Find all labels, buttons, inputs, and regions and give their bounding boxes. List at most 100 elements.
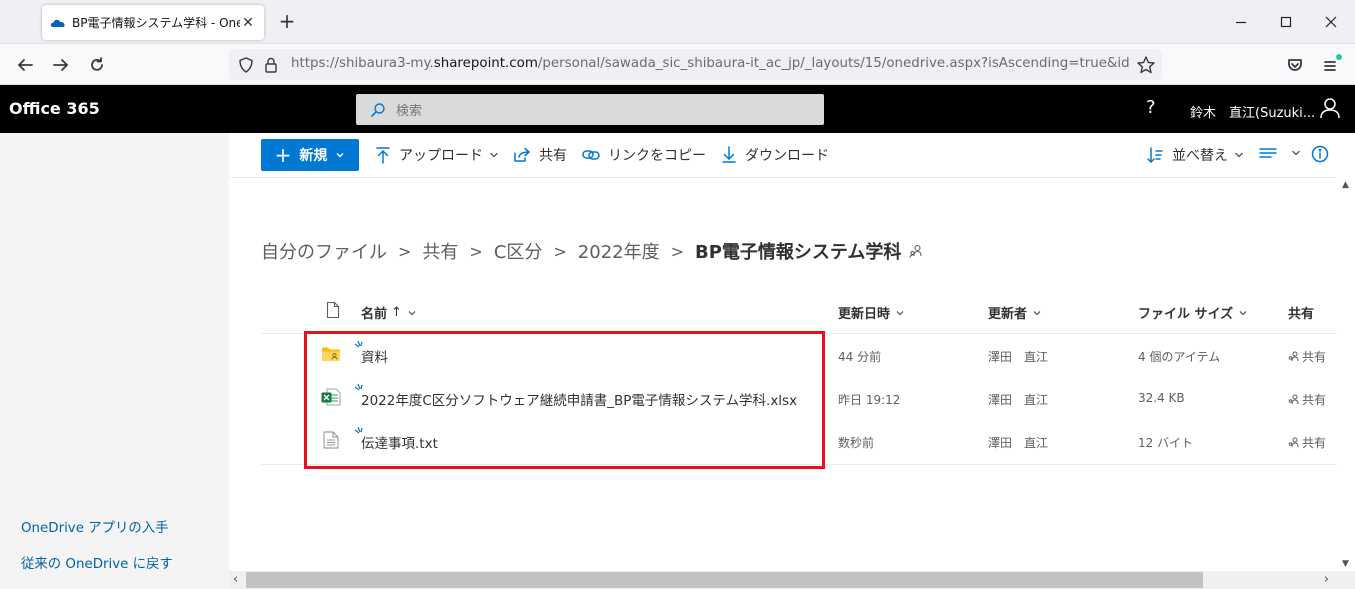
sort-button[interactable]: 並べ替え <box>1146 145 1244 165</box>
search-placeholder: 検索 <box>396 104 423 119</box>
suite-header: Office 365 検索 ? 鈴木 直江(Suzuki... <box>0 85 1355 133</box>
sort-icon <box>1147 147 1163 163</box>
reload-button[interactable] <box>84 52 110 78</box>
modified-time: 昨日 19:12 <box>838 393 901 407</box>
get-onedrive-apps-link[interactable]: OneDrive アプリの入手 <box>21 516 169 536</box>
copy-link-button[interactable]: リンクをコピー <box>582 145 706 165</box>
chevron-down-icon <box>1292 150 1300 156</box>
onedrive-icon <box>50 19 65 27</box>
sharing-label: 共有 <box>1302 393 1327 407</box>
update-dot-icon <box>1336 54 1342 60</box>
document-icon <box>326 301 340 319</box>
sharing-status[interactable]: 共有 <box>1288 391 1326 408</box>
name-column-label: 名前 <box>361 307 388 322</box>
new-button-label: 新規 <box>299 148 328 164</box>
file-list-header: 名前 ↑ 更新日時 更新者 ファイル サイズ 共有 <box>261 290 1337 334</box>
scroll-down-icon[interactable]: ▼ <box>1342 559 1349 569</box>
file-type-column-header[interactable] <box>321 301 340 319</box>
download-button[interactable]: ダウンロード <box>721 145 829 165</box>
copy-link-label: リンクをコピー <box>608 148 706 164</box>
breadcrumb-2022[interactable]: 2022年度 <box>578 238 660 264</box>
chevron-down-icon <box>408 310 416 315</box>
breadcrumb-c-category[interactable]: C区分 <box>494 238 543 264</box>
sort-ascending-icon: ↑ <box>391 305 402 320</box>
breadcrumb-shared[interactable]: 共有 <box>422 238 458 264</box>
file-size: 12 バイト <box>1138 436 1194 450</box>
sharing-status[interactable]: 共有 <box>1288 348 1326 365</box>
pocket-button[interactable] <box>1282 52 1308 78</box>
user-name[interactable]: 鈴木 直江(Suzuki... <box>1190 102 1315 121</box>
sharing-status[interactable]: 共有 <box>1288 434 1326 451</box>
sort-label: 並べ替え <box>1172 148 1228 164</box>
minimize-button[interactable] <box>1218 0 1264 44</box>
shared-people-icon <box>1288 351 1299 362</box>
plus-icon: + <box>274 143 292 167</box>
address-bar[interactable]: https://shibaura3-my.sharepoint.com/pers… <box>229 49 1162 80</box>
sharing-label: 共有 <box>1302 436 1327 450</box>
user-avatar-icon[interactable] <box>1319 97 1341 119</box>
tab-close-icon[interactable]: ✕ <box>240 15 256 31</box>
breadcrumb-current-folder: BP電子情報システム学科 <box>695 242 902 263</box>
shared-people-icon <box>1288 394 1299 405</box>
scroll-left-icon[interactable]: ‹ <box>233 572 238 587</box>
link-icon <box>582 150 600 160</box>
left-nav: OneDrive アプリの入手 従来の OneDrive に戻す <box>0 133 229 589</box>
close-window-button[interactable] <box>1308 0 1354 44</box>
scroll-right-icon[interactable]: › <box>1324 572 1329 587</box>
view-options-button[interactable] <box>1259 145 1301 161</box>
breadcrumb: 自分のファイル > 共有 > C区分 > 2022年度 > BP電子情報システム… <box>261 238 923 264</box>
scroll-up-icon[interactable]: ▲ <box>1342 180 1349 190</box>
chevron-down-icon <box>896 310 904 315</box>
horizontal-scrollbar[interactable]: ‹ › <box>229 571 1355 589</box>
modified-by-column-header[interactable]: 更新者 <box>988 303 1042 322</box>
name-column-header[interactable]: 名前 ↑ <box>361 303 417 322</box>
chevron-down-icon <box>1235 152 1243 158</box>
maximize-button[interactable] <box>1263 0 1309 44</box>
bookmark-star-icon[interactable] <box>1136 55 1156 75</box>
shared-people-icon <box>909 244 922 258</box>
download-label: ダウンロード <box>745 148 829 164</box>
chevron-right-icon: > <box>553 241 567 261</box>
pocket-icon <box>1288 59 1302 71</box>
browser-tab[interactable]: BP電子情報システム学科 - OneDrive ✕ <box>42 5 264 40</box>
new-button[interactable]: + 新規 <box>261 139 359 171</box>
modified-column-header[interactable]: 更新日時 <box>838 303 905 322</box>
info-pane-button[interactable] <box>1311 145 1337 163</box>
upload-button[interactable]: アップロード <box>375 145 499 165</box>
file-size-column-header[interactable]: ファイル サイズ <box>1138 303 1248 322</box>
return-to-classic-link[interactable]: 従来の OneDrive に戻す <box>21 552 173 572</box>
search-box[interactable]: 検索 <box>356 94 824 125</box>
command-bar: + 新規 アップロード 共有 リンクをコピー ダウンロード 並べ替え <box>229 133 1337 178</box>
new-tab-button[interactable]: + <box>276 10 298 32</box>
sharing-column-header[interactable]: 共有 <box>1288 303 1314 322</box>
close-icon <box>1325 16 1337 28</box>
chevron-down-icon <box>1033 310 1041 315</box>
scrollbar-thumb[interactable] <box>246 572 1203 588</box>
office-365-logo[interactable]: Office 365 <box>9 99 100 118</box>
modified-by: 澤田 直江 <box>988 350 1049 364</box>
arrow-left-icon <box>18 59 33 71</box>
search-icon <box>370 102 385 117</box>
forward-button[interactable] <box>48 52 74 78</box>
chevron-right-icon: > <box>469 241 483 261</box>
minimize-icon <box>1236 21 1246 24</box>
chevron-down-icon <box>1239 310 1247 315</box>
share-button[interactable]: 共有 <box>513 145 567 165</box>
chevron-down-icon <box>336 153 344 158</box>
sharing-label: 共有 <box>1302 350 1327 364</box>
help-button[interactable]: ? <box>1146 97 1156 118</box>
back-button[interactable] <box>12 52 38 78</box>
sharing-column-label: 共有 <box>1288 307 1315 322</box>
breadcrumb-my-files[interactable]: 自分のファイル <box>261 238 387 264</box>
lock-icon <box>265 57 277 73</box>
modified-by: 澤田 直江 <box>988 436 1049 450</box>
browser-nav-bar: https://shibaura3-my.sharepoint.com/pers… <box>0 44 1355 85</box>
url-text: https://shibaura3-my.sharepoint.com/pers… <box>291 56 1131 71</box>
info-icon <box>1311 145 1329 163</box>
vertical-scrollbar[interactable]: ▲ ▼ <box>1337 178 1355 571</box>
chevron-down-icon <box>490 152 498 158</box>
app-menu-button[interactable] <box>1317 52 1343 78</box>
highlight-annotation-box <box>304 331 825 469</box>
share-label: 共有 <box>539 148 567 164</box>
shared-people-icon <box>1288 437 1299 448</box>
